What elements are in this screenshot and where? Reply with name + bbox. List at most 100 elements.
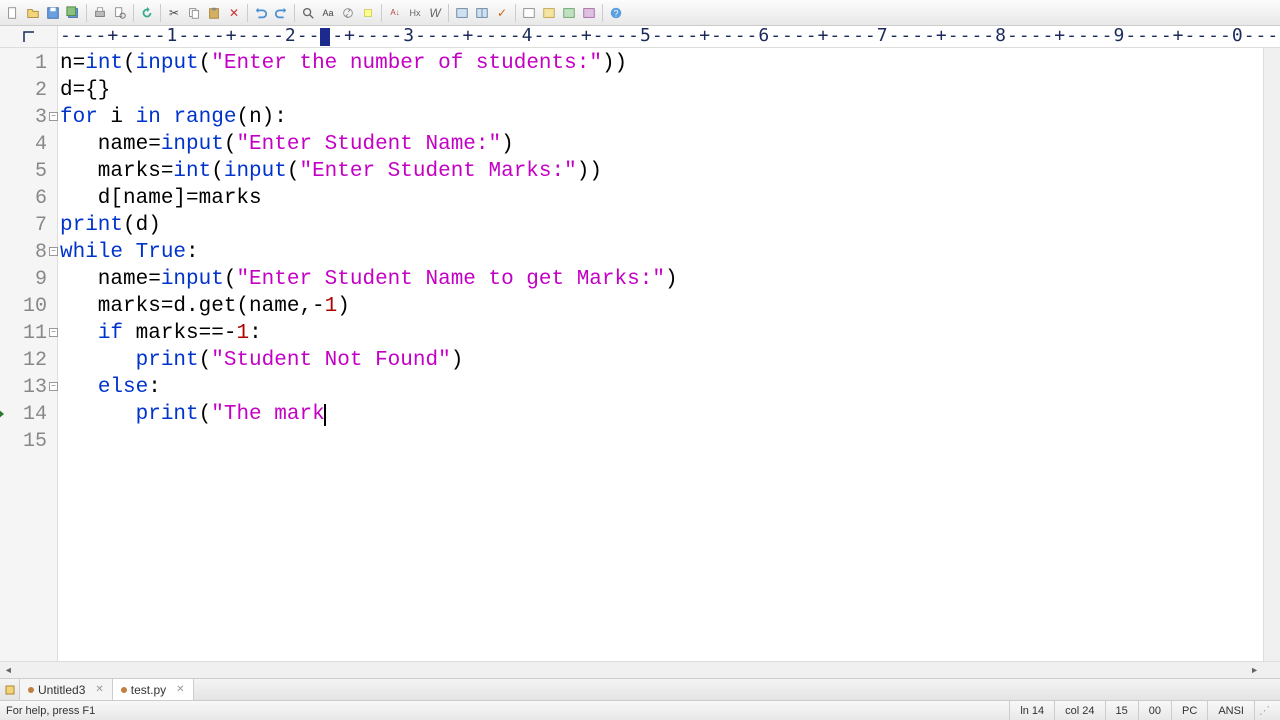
code-line[interactable]: else: <box>60 374 1263 401</box>
delete-icon[interactable]: ✕ <box>225 4 243 22</box>
vertical-scrollbar[interactable] <box>1263 48 1280 661</box>
ruler[interactable]: ----+----1----+----2----+----3----+----4… <box>58 26 1280 47</box>
highlight-icon[interactable] <box>359 4 377 22</box>
code-line[interactable]: if marks==-1: <box>60 320 1263 347</box>
fold-toggle-icon[interactable]: − <box>49 247 58 256</box>
fold-toggle-icon[interactable]: − <box>49 112 58 121</box>
modified-dot-icon <box>121 687 127 693</box>
code-line[interactable] <box>60 428 1263 455</box>
print-preview-icon[interactable] <box>111 4 129 22</box>
code-line[interactable]: d={} <box>60 77 1263 104</box>
file-tabs: Untitled3 ✕ test.py ✕ <box>0 678 1280 700</box>
code-line[interactable]: d[name]=marks <box>60 185 1263 212</box>
code-line[interactable]: n=int(input("Enter the number of student… <box>60 50 1263 77</box>
toolbar-sep <box>247 4 248 22</box>
line-number: 1 <box>0 50 57 77</box>
help-icon[interactable]: ? <box>607 4 625 22</box>
code-line[interactable]: print("Student Not Found") <box>60 347 1263 374</box>
toolbar-sep <box>515 4 516 22</box>
status-ln: ln 14 <box>1009 701 1054 720</box>
code-line[interactable]: marks=int(input("Enter Student Marks:")) <box>60 158 1263 185</box>
toolbar-sep <box>86 4 87 22</box>
window-4-icon[interactable] <box>580 4 598 22</box>
panel-1-icon[interactable] <box>453 4 471 22</box>
find-case-icon[interactable]: Aa <box>319 4 337 22</box>
line-number: 9 <box>0 266 57 293</box>
toolbar-sep <box>160 4 161 22</box>
line-number: 6 <box>0 185 57 212</box>
toolbar-sep <box>133 4 134 22</box>
redo-icon[interactable] <box>272 4 290 22</box>
editor: 123−45678−91011−1213−1415 n=int(input("E… <box>0 48 1280 661</box>
undo-icon[interactable] <box>252 4 270 22</box>
text-hex-icon[interactable]: Hx <box>406 4 424 22</box>
paste-icon[interactable] <box>205 4 223 22</box>
line-number: 15 <box>0 428 57 455</box>
line-number: 7 <box>0 212 57 239</box>
panel-2-icon[interactable] <box>473 4 491 22</box>
toolbar-sep <box>294 4 295 22</box>
find-icon[interactable] <box>299 4 317 22</box>
line-number: 3− <box>0 104 57 131</box>
svg-text:?: ? <box>614 8 619 18</box>
save-all-icon[interactable] <box>64 4 82 22</box>
close-tab-icon[interactable]: ✕ <box>176 684 184 695</box>
open-icon[interactable] <box>24 4 42 22</box>
check-icon[interactable]: ✓ <box>493 4 511 22</box>
ruler-corner <box>0 26 58 47</box>
status-bar: For help, press F1 ln 14 col 24 15 00 PC… <box>0 700 1280 720</box>
text-small-icon[interactable]: A↓ <box>386 4 404 22</box>
code-area[interactable]: n=int(input("Enter the number of student… <box>58 48 1263 661</box>
tab-list-icon[interactable] <box>0 679 20 700</box>
close-tab-icon[interactable]: ✕ <box>95 684 103 695</box>
toolbar: ✂ ✕ Aa A↓ Hx W ✓ ? <box>0 0 1280 26</box>
toolbar-sep <box>602 4 603 22</box>
print-icon[interactable] <box>91 4 109 22</box>
replace-icon[interactable] <box>339 4 357 22</box>
line-number: 12 <box>0 347 57 374</box>
line-number: 14 <box>0 401 57 428</box>
reload-icon[interactable] <box>138 4 156 22</box>
horizontal-scrollbar[interactable] <box>17 662 1246 678</box>
line-number: 5 <box>0 158 57 185</box>
line-number: 11− <box>0 320 57 347</box>
copy-icon[interactable] <box>185 4 203 22</box>
modified-dot-icon <box>28 687 34 693</box>
fold-toggle-icon[interactable]: − <box>49 382 58 391</box>
window-3-icon[interactable] <box>560 4 578 22</box>
line-number: 4 <box>0 131 57 158</box>
code-line[interactable]: name=input("Enter Student Name:") <box>60 131 1263 158</box>
text-wrap-icon[interactable]: W <box>426 4 444 22</box>
ruler-origin-icon <box>23 31 35 43</box>
new-icon[interactable] <box>4 4 22 22</box>
window-2-icon[interactable] <box>540 4 558 22</box>
line-number: 8− <box>0 239 57 266</box>
horizontal-scroll-row: ◄ ► <box>0 661 1280 678</box>
status-help: For help, press F1 <box>6 705 1009 717</box>
code-line[interactable]: print(d) <box>60 212 1263 239</box>
file-tab[interactable]: Untitled3 ✕ <box>20 679 113 700</box>
file-tab[interactable]: test.py ✕ <box>113 679 194 700</box>
ruler-text: ----+----1----+----2----+----3----+----4… <box>60 26 1280 46</box>
code-line[interactable]: name=input("Enter Student Name to get Ma… <box>60 266 1263 293</box>
scroll-left-icon[interactable]: ◄ <box>0 662 17 679</box>
ruler-cursor-marker <box>320 28 330 46</box>
file-tab-label: test.py <box>131 683 166 697</box>
text-cursor <box>324 404 326 426</box>
cut-icon[interactable]: ✂ <box>165 4 183 22</box>
ruler-row: ----+----1----+----2----+----3----+----4… <box>0 26 1280 48</box>
fold-toggle-icon[interactable]: − <box>49 328 58 337</box>
scroll-corner <box>1263 662 1280 678</box>
code-line[interactable]: while True: <box>60 239 1263 266</box>
toolbar-sep <box>381 4 382 22</box>
status-grip: ⋰ <box>1254 701 1274 720</box>
status-sel: 00 <box>1138 701 1171 720</box>
save-icon[interactable] <box>44 4 62 22</box>
code-line[interactable]: print("The mark <box>60 401 1263 428</box>
scroll-right-icon[interactable]: ► <box>1246 662 1263 679</box>
window-1-icon[interactable] <box>520 4 538 22</box>
code-line[interactable]: for i in range(n): <box>60 104 1263 131</box>
line-number: 10 <box>0 293 57 320</box>
code-line[interactable]: marks=d.get(name,-1) <box>60 293 1263 320</box>
file-tab-label: Untitled3 <box>38 683 85 697</box>
